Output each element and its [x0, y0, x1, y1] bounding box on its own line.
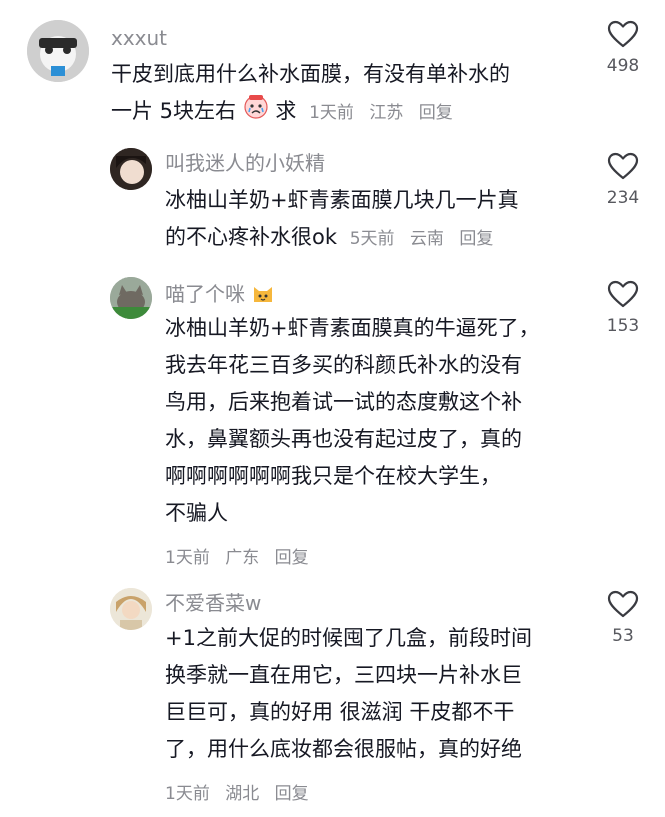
comment-text-line: 的不心疼补水很ok 5天前 云南 回复 — [165, 219, 519, 258]
comment-time: 1天前 — [165, 784, 210, 804]
comment-text-line: 冰柚山羊奶+虾青素面膜几块几一片真 — [165, 188, 519, 212]
comment-text: +1之前大促的时候囤了几盒，前段时间 换季就一直在用它，三四块一片补水巨 巨巨可… — [165, 620, 532, 768]
cat-face-emoji-icon — [251, 282, 275, 309]
like-count: 234 — [606, 188, 640, 208]
reply-button[interactable]: 回复 — [275, 548, 309, 568]
comment-username[interactable]: xxxut — [111, 26, 167, 50]
comment-location: 云南 — [409, 229, 444, 249]
comment-text: 干皮到底用什么补水面膜，有没有单补水的 一片 5块左右 求 1天前 江苏 回复 — [111, 56, 510, 132]
comment-time: 1天前 — [309, 103, 354, 123]
comment-text-line: 鸟用，后来抱着试一试的态度敷这个补 — [165, 390, 522, 414]
reply-button[interactable]: 回复 — [459, 229, 493, 249]
panda-avatar-icon — [27, 20, 89, 82]
like-button[interactable]: 53 — [603, 590, 643, 646]
reply-button[interactable]: 回复 — [275, 784, 309, 804]
cat-avatar-icon — [110, 277, 152, 319]
comment-text-segment: 一片 5块左右 — [111, 99, 237, 123]
like-count: 53 — [612, 626, 634, 646]
like-button[interactable]: 498 — [603, 20, 643, 76]
heart-icon — [607, 152, 639, 180]
heart-icon — [607, 280, 639, 308]
comment-text-line: 啊啊啊啊啊啊我只是个在校大学生， — [165, 464, 501, 488]
comment-text: 冰柚山羊奶+虾青素面膜真的牛逼死了， 我去年花三百多买的科颜氏补水的没有 鸟用，… — [165, 310, 540, 532]
person-avatar-icon — [110, 148, 152, 190]
like-button[interactable]: 234 — [603, 152, 643, 208]
avatar[interactable] — [110, 277, 152, 319]
avatar[interactable] — [110, 148, 152, 190]
comment-username[interactable]: 叫我迷人的小妖精 — [165, 151, 325, 175]
comment-time: 5天前 — [349, 229, 395, 249]
comment-text-line: 巨巨可，真的好用 很滋润 干皮都不干 — [165, 700, 515, 724]
comment-time: 1天前 — [165, 548, 210, 568]
comment-username-text: 喵了个咪 — [165, 282, 245, 306]
girl-avatar-icon — [110, 588, 152, 630]
comment-location: 湖北 — [225, 784, 260, 804]
like-count: 153 — [606, 316, 640, 336]
avatar[interactable] — [110, 588, 152, 630]
comment-text-line: 了，用什么底妆都会很服帖，真的好绝 — [165, 737, 522, 761]
avatar[interactable] — [27, 20, 89, 82]
comment-username[interactable]: 不爱香菜w — [165, 591, 261, 615]
comment-text: 冰柚山羊奶+虾青素面膜几块几一片真 的不心疼补水很ok 5天前 云南 回复 — [165, 182, 519, 258]
heart-icon — [607, 590, 639, 618]
comment-text-line: 不骗人 — [165, 501, 228, 525]
comment-username[interactable]: 喵了个咪 — [165, 282, 275, 309]
like-count: 498 — [606, 56, 640, 76]
comment-text-line: +1之前大促的时候囤了几盒，前段时间 — [165, 626, 532, 650]
comment-meta: 1天前 江苏 回复 — [309, 103, 463, 123]
like-button[interactable]: 153 — [603, 280, 643, 336]
comment-meta: 1天前 广东 回复 — [165, 543, 319, 568]
comment-text-line: 干皮到底用什么补水面膜，有没有单补水的 — [111, 62, 510, 86]
comment-text-line: 冰柚山羊奶+虾青素面膜真的牛逼死了， — [165, 316, 540, 340]
comment-location: 江苏 — [369, 103, 404, 123]
heart-icon — [607, 20, 639, 48]
comment-text-line: 换季就一直在用它，三四块一片补水巨 — [165, 663, 522, 687]
comment-location: 广东 — [225, 548, 260, 568]
comment-text-line: 一片 5块左右 求 1天前 江苏 回复 — [111, 93, 510, 132]
comment-meta: 5天前 云南 回复 — [350, 229, 504, 249]
reply-button[interactable]: 回复 — [419, 103, 453, 123]
crying-face-emoji-icon — [243, 93, 269, 131]
comment-text-segment: 的不心疼补水很ok — [165, 225, 338, 249]
comment-meta: 1天前 湖北 回复 — [165, 779, 319, 804]
comment-text-line: 我去年花三百多买的科颜氏补水的没有 — [165, 353, 522, 377]
comment-text-segment: 求 — [275, 99, 297, 123]
comment-text-line: 水，鼻翼额头再也没有起过皮了，真的 — [165, 427, 522, 451]
